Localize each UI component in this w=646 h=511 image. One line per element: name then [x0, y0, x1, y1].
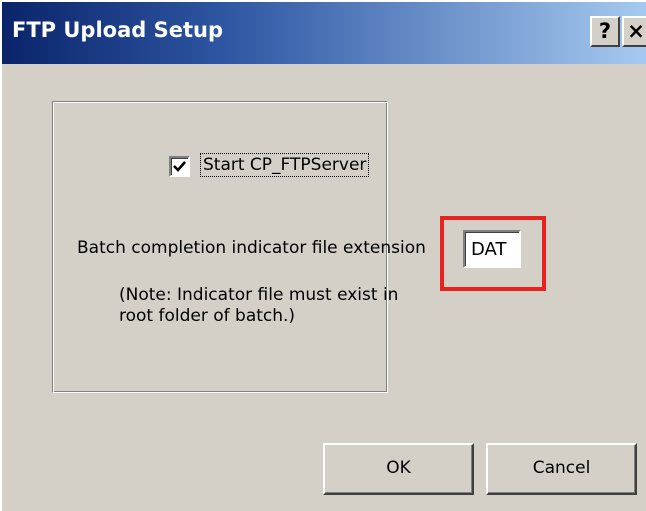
cancel-button[interactable]: Cancel [486, 443, 637, 495]
window-title: FTP Upload Setup [12, 18, 223, 42]
note-line-2: root folder of batch.) [119, 306, 296, 326]
note-line-1: (Note: Indicator file must exist in [119, 285, 399, 305]
start-server-label[interactable]: Start CP_FTPServer [200, 153, 370, 177]
note-text: (Note: Indicator file must exist in root… [119, 285, 439, 327]
close-button[interactable]: × [622, 16, 646, 47]
title-bar[interactable]: FTP Upload Setup ? × [2, 2, 646, 64]
help-button[interactable]: ? [590, 16, 620, 47]
highlight-box [440, 216, 546, 291]
ftp-upload-setup-dialog: FTP Upload Setup ? × Start CP_FTPServer … [0, 0, 646, 511]
close-icon: × [627, 19, 645, 43]
ok-button[interactable]: OK [323, 443, 474, 495]
extension-label: Batch completion indicator file extensio… [77, 238, 426, 258]
question-mark-icon: ? [598, 19, 612, 43]
start-server-checkbox[interactable] [169, 156, 190, 177]
checkmark-icon [173, 161, 186, 172]
